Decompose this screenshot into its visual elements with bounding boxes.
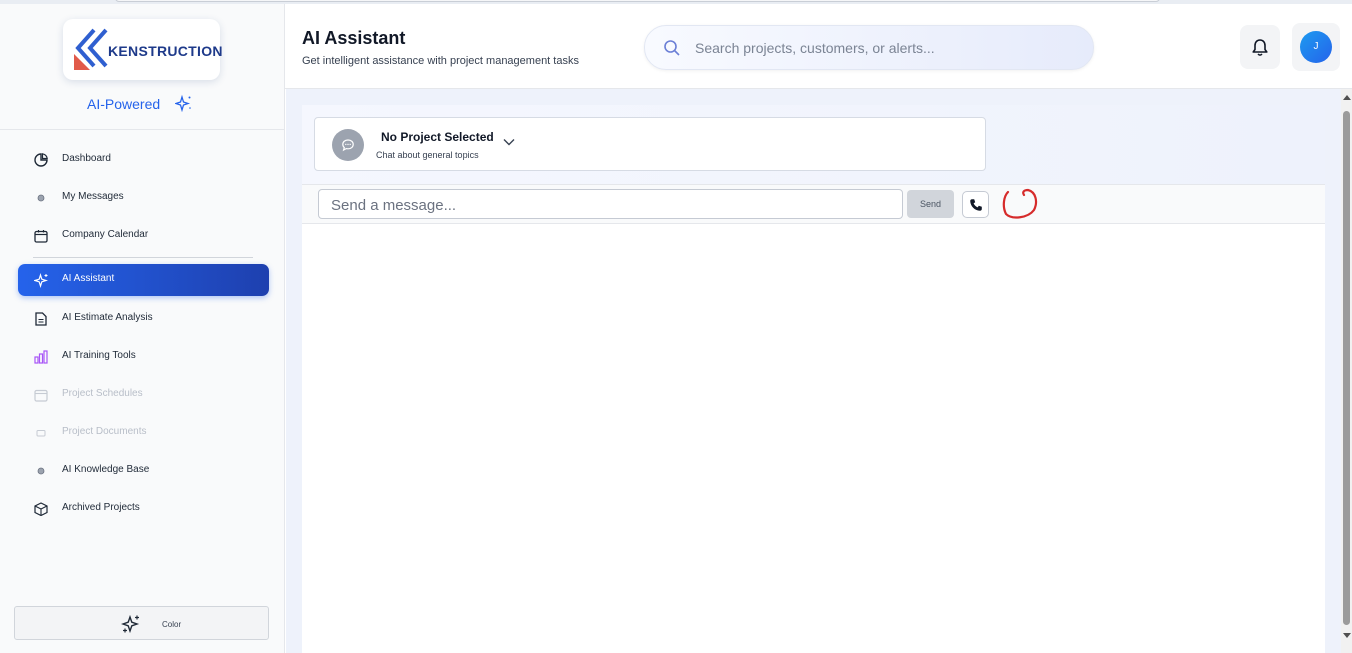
sidebar-item-label: Archived Projects xyxy=(62,502,140,513)
bell-icon xyxy=(1252,39,1268,56)
sidebar-item-ai-knowledge-base[interactable]: AI Knowledge Base xyxy=(18,455,269,487)
sidebar-item-label: Dashboard xyxy=(62,153,111,164)
pie-chart-icon xyxy=(33,152,49,168)
chevron-down-icon xyxy=(503,139,515,146)
user-menu-button[interactable]: J xyxy=(1292,23,1340,71)
message-input-placeholder: Send a message... xyxy=(331,197,457,214)
sidebar-item-ai-estimate-analysis[interactable]: AI Estimate Analysis xyxy=(18,303,269,335)
sparkles-icon xyxy=(121,614,140,634)
scroll-up-icon[interactable] xyxy=(1343,95,1351,100)
scrollbar-thumb[interactable] xyxy=(1343,111,1350,625)
sidebar-item-project-schedules: Project Schedules xyxy=(18,379,269,411)
dot-icon xyxy=(33,463,49,479)
search-bar[interactable]: Search projects, customers, or alerts... xyxy=(644,25,1094,70)
project-selector[interactable]: No Project Selected Chat about general t… xyxy=(314,117,986,171)
chat-bubble-icon xyxy=(332,129,364,161)
sidebar-item-label: Project Schedules xyxy=(62,388,143,399)
search-input[interactable]: Search projects, customers, or alerts... xyxy=(695,40,935,56)
page-title: AI Assistant xyxy=(302,28,406,48)
document-icon xyxy=(33,311,49,327)
sidebar-item-label: AI Training Tools xyxy=(62,350,136,361)
page-scrollbar[interactable] xyxy=(1341,89,1352,653)
sidebar-item-label: AI Knowledge Base xyxy=(62,464,150,475)
ai-powered-label: AI-Powered xyxy=(87,96,161,112)
search-icon xyxy=(664,40,680,56)
folder-icon xyxy=(33,425,49,441)
sidebar-item-label: Company Calendar xyxy=(62,229,149,240)
sidebar-item-label: Project Documents xyxy=(62,426,147,437)
color-button-label: Color xyxy=(162,620,182,629)
dot-icon xyxy=(33,190,49,206)
notifications-button[interactable] xyxy=(1240,25,1280,69)
color-button[interactable]: Color xyxy=(14,606,269,640)
message-bar: Send a message... Send xyxy=(302,184,1325,224)
calendar-icon xyxy=(33,228,49,244)
logo-text: KENSTRUCTION xyxy=(108,43,223,59)
kenstruction-logo-icon xyxy=(74,28,108,70)
page-subtitle: Get intelligent assistance with project … xyxy=(302,55,579,67)
sidebar-item-label: AI Assistant xyxy=(62,273,115,284)
sparkle-icon xyxy=(175,94,191,112)
sidebar-item-label: AI Estimate Analysis xyxy=(62,312,153,323)
chat-panel: No Project Selected Chat about general t… xyxy=(302,105,1325,653)
phone-icon xyxy=(970,199,982,211)
sidebar-item-my-messages[interactable]: My Messages xyxy=(18,182,269,214)
red-circle-annotation xyxy=(1002,188,1038,219)
voice-call-button[interactable] xyxy=(962,191,989,218)
sidebar-item-project-documents: Project Documents xyxy=(18,417,269,449)
sidebar: KENSTRUCTION AI-Powered Dashboard My Mes… xyxy=(0,4,285,653)
send-button[interactable]: Send xyxy=(907,190,954,218)
calendar-icon xyxy=(33,387,49,403)
sidebar-item-company-calendar[interactable]: Company Calendar xyxy=(18,220,269,252)
avatar: J xyxy=(1300,31,1332,63)
address-bar-edge xyxy=(115,0,1160,2)
message-input[interactable]: Send a message... xyxy=(318,189,903,219)
page-header: AI Assistant Get intelligent assistance … xyxy=(285,4,1352,89)
sidebar-item-label: My Messages xyxy=(62,191,124,202)
main-area: No Project Selected Chat about general t… xyxy=(286,89,1341,653)
sidebar-item-ai-assistant[interactable]: AI Assistant xyxy=(18,264,269,296)
sparkle-icon xyxy=(33,272,49,288)
scroll-down-icon[interactable] xyxy=(1343,633,1351,638)
sidebar-item-ai-training-tools[interactable]: AI Training Tools xyxy=(18,341,269,373)
sidebar-item-dashboard[interactable]: Dashboard xyxy=(18,144,269,176)
logo-card[interactable]: KENSTRUCTION xyxy=(63,19,223,80)
nav-divider xyxy=(33,257,253,258)
sidebar-divider xyxy=(0,129,285,130)
project-subtitle: Chat about general topics xyxy=(376,150,479,160)
bar-chart-icon xyxy=(33,349,49,365)
box-icon xyxy=(33,501,49,517)
chat-header: No Project Selected Chat about general t… xyxy=(302,105,1325,184)
project-title: No Project Selected xyxy=(381,130,494,144)
sidebar-item-archived-projects[interactable]: Archived Projects xyxy=(18,493,269,525)
